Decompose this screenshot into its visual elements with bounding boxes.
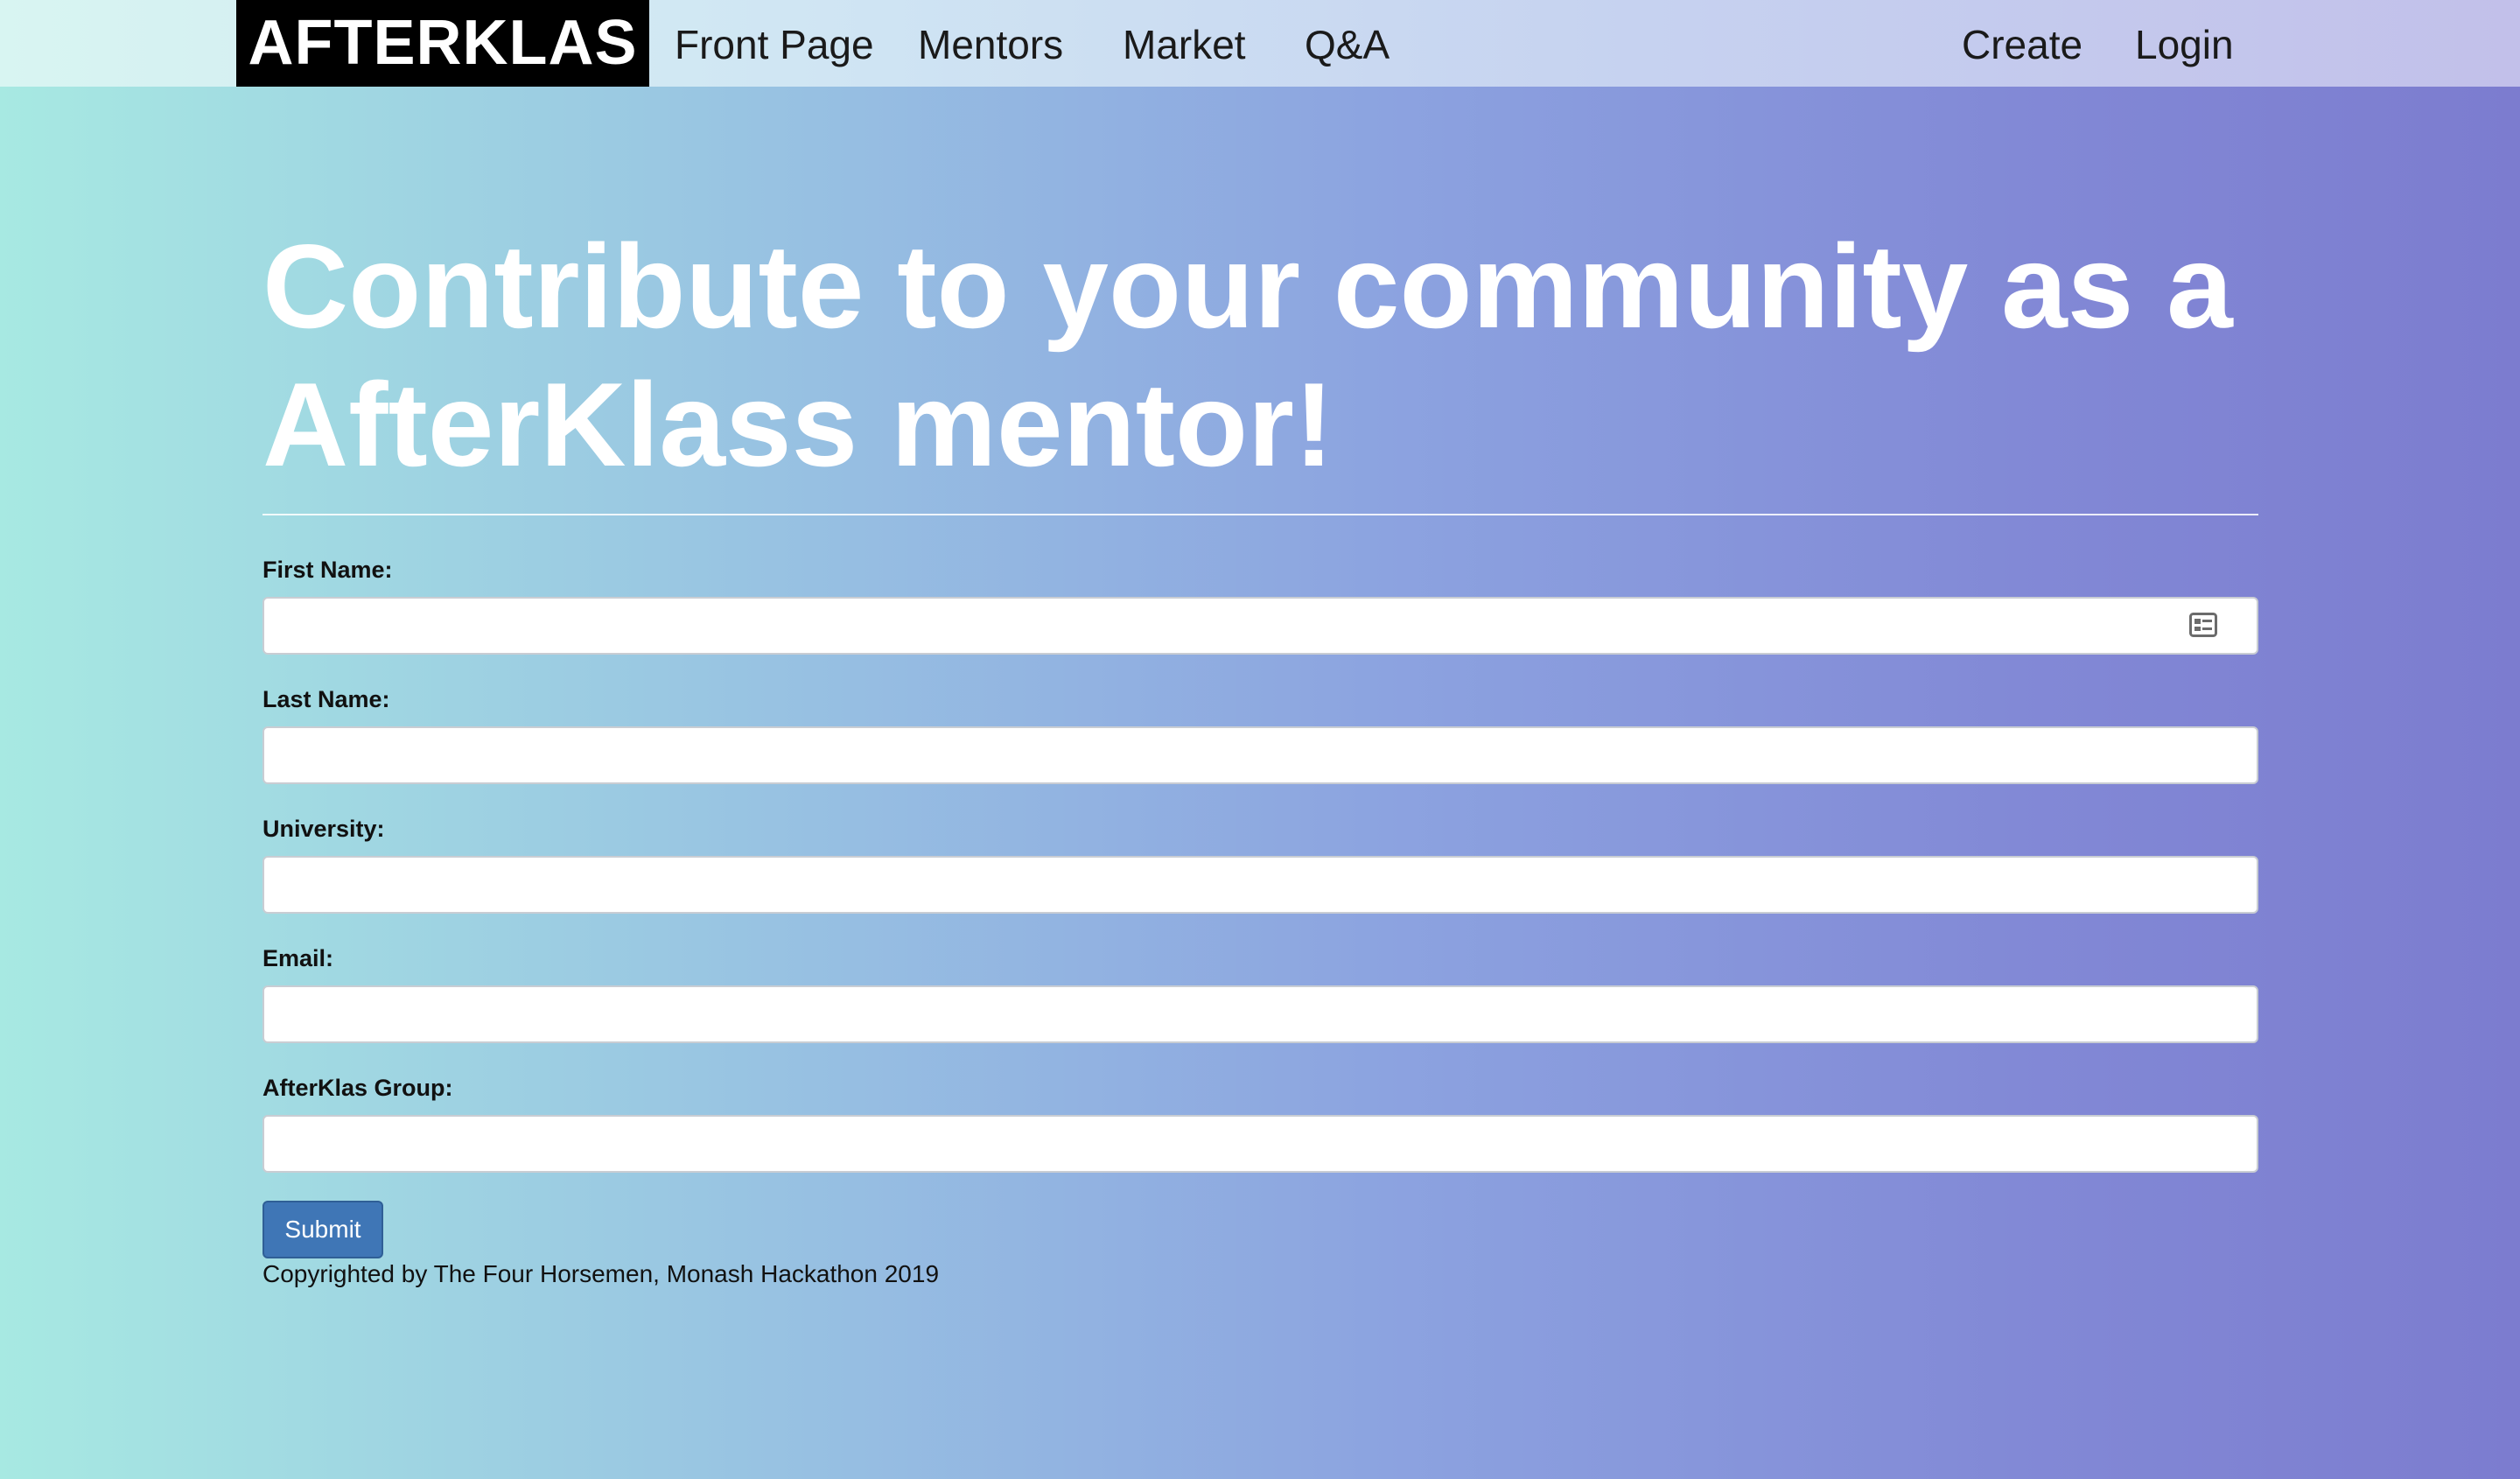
nav-link-market[interactable]: Market — [1123, 0, 1246, 87]
copyright-footer: Copyrighted by The Four Horsemen, Monash… — [262, 1260, 940, 1287]
contact-card-icon[interactable] — [2189, 613, 2217, 637]
nav-link-mentors[interactable]: Mentors — [918, 0, 1063, 87]
first-name-label: First Name: — [262, 557, 393, 583]
email-input[interactable] — [262, 985, 2258, 1043]
top-navbar: AFTERKLAS Front Page Mentors Market Q&A … — [0, 0, 2520, 87]
headline-divider — [262, 514, 2258, 515]
nav-link-create[interactable]: Create — [1962, 0, 2082, 87]
headline-line-2: AfterKlass mentor! — [262, 358, 1334, 491]
submit-button[interactable]: Submit — [262, 1201, 383, 1258]
first-name-input[interactable] — [262, 597, 2258, 655]
brand-logo[interactable]: AFTERKLAS — [236, 0, 649, 87]
email-label: Email: — [262, 945, 334, 971]
afterklas-group-label: AfterKlas Group: — [262, 1075, 453, 1101]
nav-link-front-page[interactable]: Front Page — [675, 0, 874, 87]
page-headline: Contribute to your community as a AfterK… — [262, 217, 2275, 494]
nav-link-login[interactable]: Login — [2135, 0, 2234, 87]
last-name-input[interactable] — [262, 726, 2258, 784]
nav-link-qa[interactable]: Q&A — [1305, 0, 1390, 87]
university-input[interactable] — [262, 856, 2258, 914]
last-name-label: Last Name: — [262, 686, 390, 712]
headline-line-1: Contribute to your community as a — [262, 220, 2233, 353]
university-label: University: — [262, 816, 385, 842]
afterklas-group-input[interactable] — [262, 1115, 2258, 1173]
